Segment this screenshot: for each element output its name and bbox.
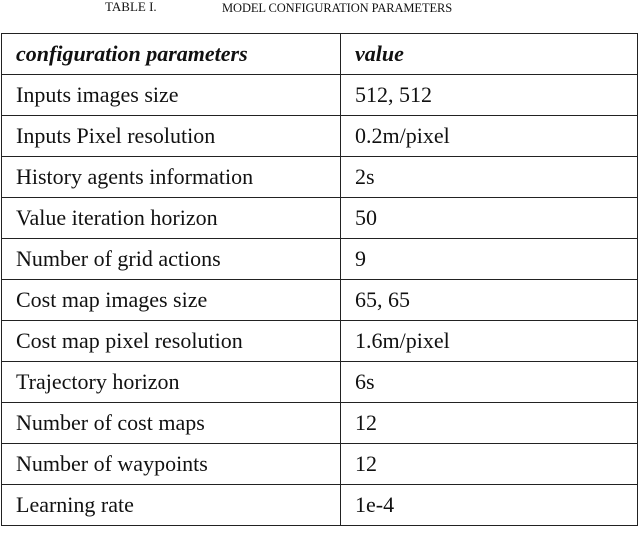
parameter-cell: Inputs Pixel resolution [1, 115, 341, 157]
table-row: Learning rate 1e-4 [1, 484, 638, 526]
table-row: Inputs images size 512, 512 [1, 74, 638, 116]
value-cell: 2s [340, 156, 638, 198]
parameter-cell: Inputs images size [1, 74, 341, 116]
table-header-row: configuration parameters value [1, 33, 638, 75]
value-cell: 1.6m/pixel [340, 320, 638, 362]
parameter-cell: Value iteration horizon [1, 197, 341, 239]
parameter-cell: History agents information [1, 156, 341, 198]
value-cell: 12 [340, 443, 638, 485]
parameter-cell: Cost map images size [1, 279, 341, 321]
table-row: Value iteration horizon 50 [1, 197, 638, 239]
table-caption: TABLE I. MODEL CONFIGURATION PARAMETERS [0, 0, 640, 20]
parameter-cell: Number of grid actions [1, 238, 341, 280]
header-value: value [340, 33, 638, 75]
table-row: History agents information 2s [1, 156, 638, 198]
value-cell: 512, 512 [340, 74, 638, 116]
value-cell: 65, 65 [340, 279, 638, 321]
value-cell: 6s [340, 361, 638, 403]
parameter-cell: Number of cost maps [1, 402, 341, 444]
table-row: Number of grid actions 9 [1, 238, 638, 280]
value-cell: 9 [340, 238, 638, 280]
config-table: configuration parameters value Inputs im… [1, 33, 638, 526]
table-row: Number of cost maps 12 [1, 402, 638, 444]
header-parameter: configuration parameters [1, 33, 341, 75]
table-row: Cost map pixel resolution 1.6m/pixel [1, 320, 638, 362]
table-number: TABLE I. [105, 0, 157, 14]
parameter-cell: Trajectory horizon [1, 361, 341, 403]
value-cell: 12 [340, 402, 638, 444]
value-cell: 0.2m/pixel [340, 115, 638, 157]
table-row: Trajectory horizon 6s [1, 361, 638, 403]
table-row: Inputs Pixel resolution 0.2m/pixel [1, 115, 638, 157]
parameter-cell: Number of waypoints [1, 443, 341, 485]
table-title: MODEL CONFIGURATION PARAMETERS [222, 1, 453, 15]
value-cell: 50 [340, 197, 638, 239]
table-row: Cost map images size 65, 65 [1, 279, 638, 321]
value-cell: 1e-4 [340, 484, 638, 526]
table-row: Number of waypoints 12 [1, 443, 638, 485]
parameter-cell: Learning rate [1, 484, 341, 526]
parameter-cell: Cost map pixel resolution [1, 320, 341, 362]
